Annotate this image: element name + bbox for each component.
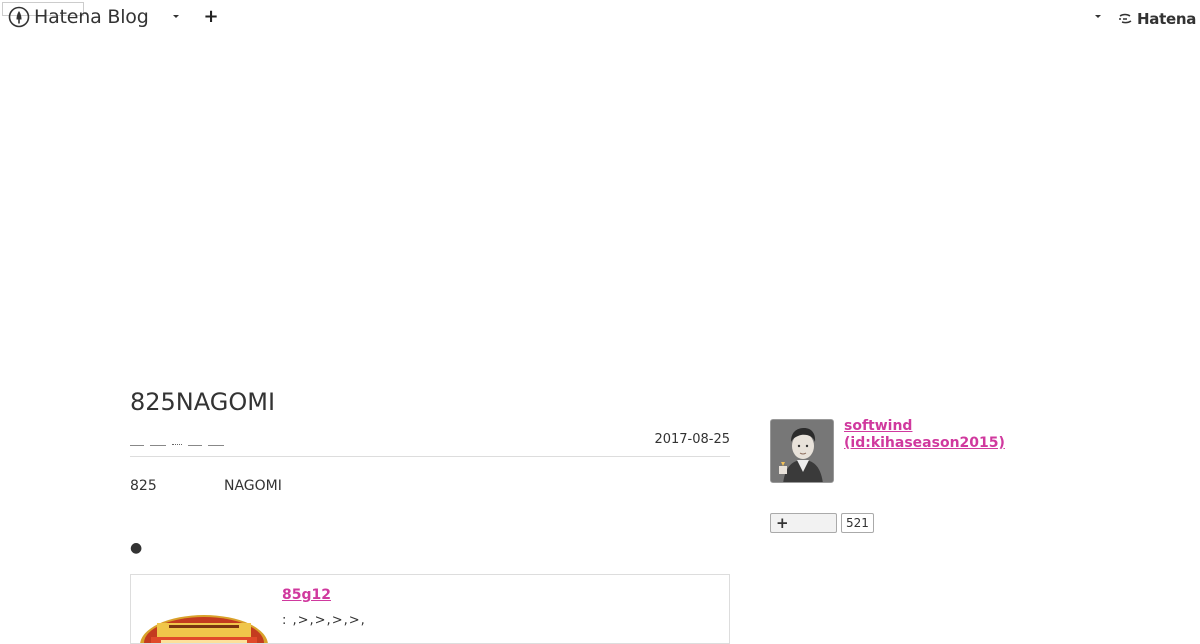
product-image[interactable] — [139, 595, 269, 644]
entry-date[interactable]: 2017-08-25 — [654, 432, 730, 447]
hatena-blog-logo[interactable]: Hatena Blog — [8, 6, 149, 28]
hatena-link[interactable]: Hatena — [1118, 10, 1196, 28]
hatena-mark-icon — [1119, 13, 1132, 24]
plus-icon: + — [776, 514, 789, 532]
entry-body: 825 NAGOMI — [130, 478, 282, 494]
category-link[interactable] — [130, 445, 144, 446]
entry-body-number: 825 — [130, 478, 157, 494]
global-header: Hatena Blog + Hatena — [0, 0, 1200, 36]
logo-text: Hatena Blog — [34, 6, 149, 28]
profile-display-name: softwind — [844, 418, 913, 434]
category-link[interactable] — [150, 445, 166, 446]
avatar-image — [771, 420, 833, 482]
profile-id: (id:kihaseason2015) — [844, 435, 1005, 451]
avatar[interactable] — [770, 419, 834, 483]
entry-body-text: NAGOMI — [224, 478, 282, 494]
hatena-text: Hatena — [1137, 10, 1197, 28]
product-card[interactable]: 85g12 : ,>,>,>,>, — [130, 574, 730, 644]
product-subtext: : ,>,>,>,>, — [282, 613, 366, 628]
follow-button[interactable]: + — [770, 513, 837, 533]
category-link[interactable] — [208, 445, 224, 446]
account-menu-chevron-icon[interactable] — [1093, 11, 1103, 21]
entry-meta: 2017-08-25 — [130, 432, 730, 457]
chevron-down-icon[interactable] — [171, 11, 181, 21]
plus-icon[interactable]: + — [203, 8, 219, 26]
follower-count: 521 — [841, 513, 874, 533]
product-link[interactable]: 85g12 — [282, 587, 331, 603]
category-link[interactable] — [188, 445, 202, 446]
profile-name-link[interactable]: softwind (id:kihaseason2015) — [844, 418, 1005, 452]
category-link[interactable] — [172, 444, 182, 446]
entry-title[interactable]: 825NAGOMI — [130, 388, 275, 416]
hatena-blog-logo-icon — [8, 6, 30, 28]
entry-categories — [130, 434, 224, 446]
bullet-marker: ● — [130, 540, 143, 556]
